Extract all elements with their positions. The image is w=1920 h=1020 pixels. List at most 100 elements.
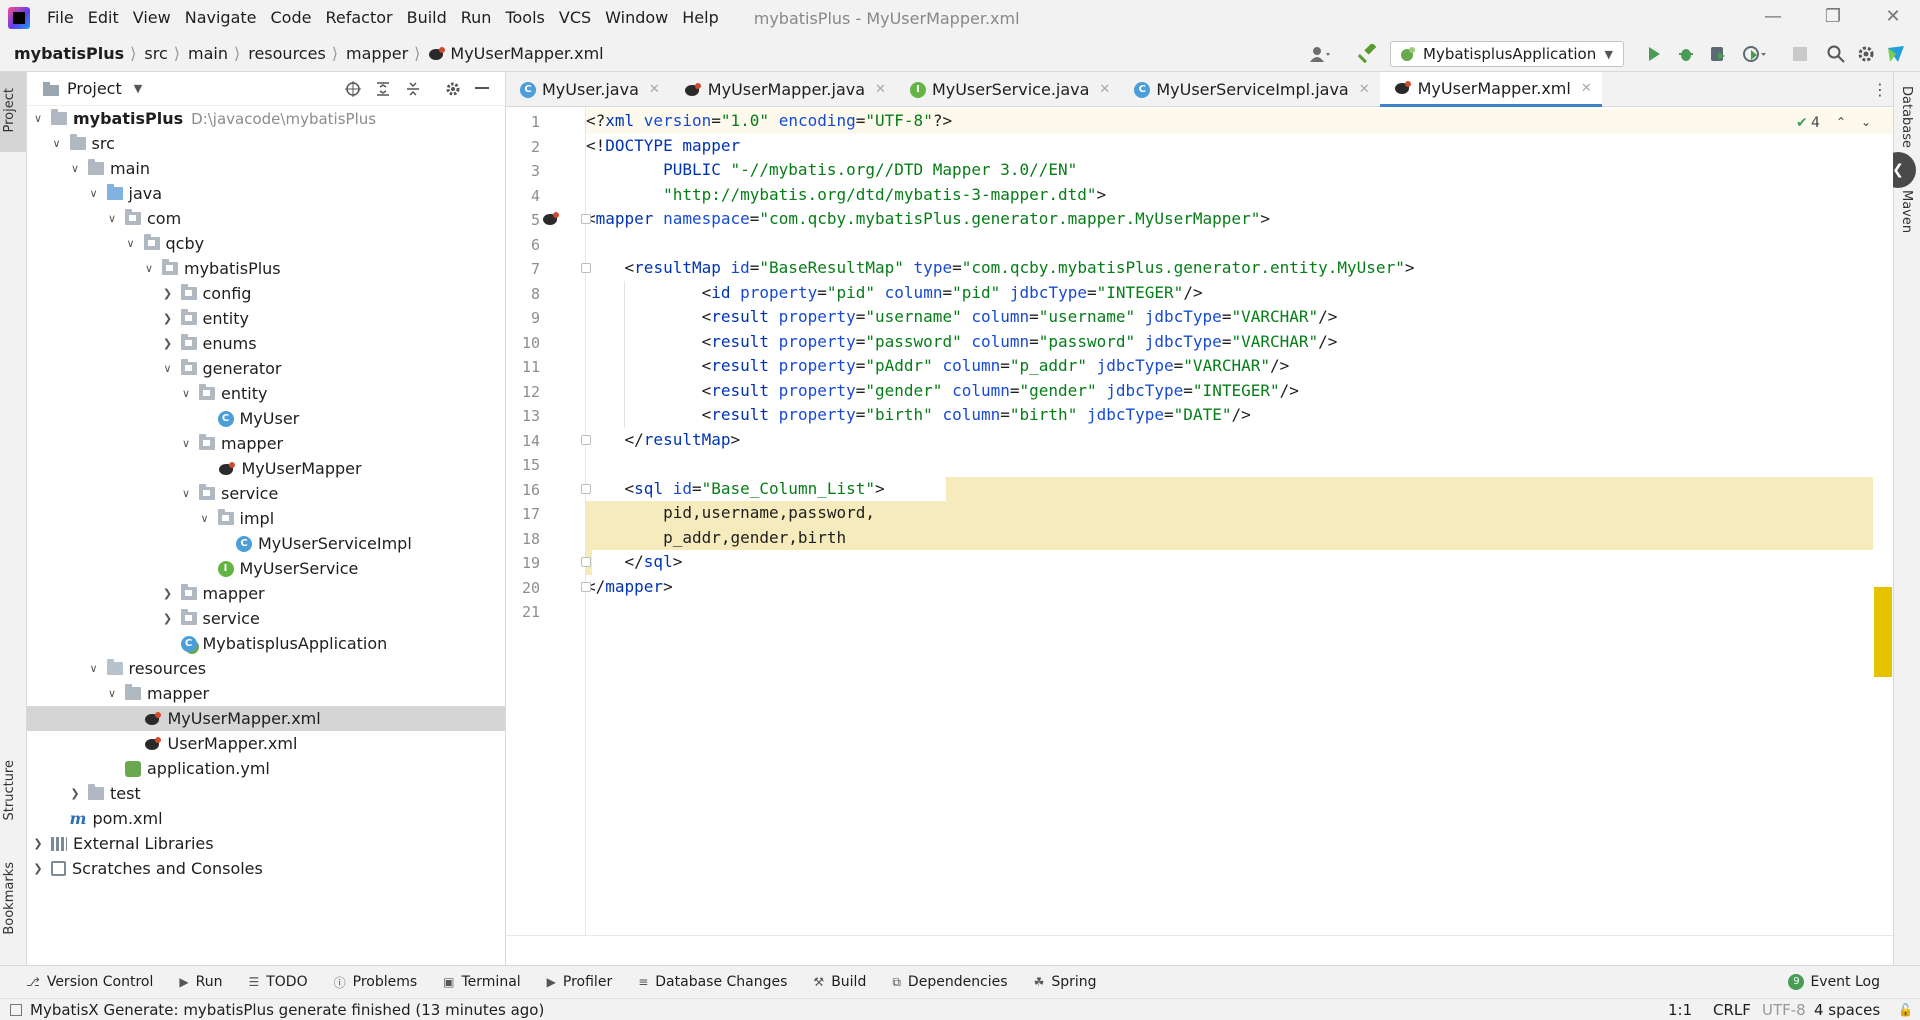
event-log-button[interactable]: 9 Event Log [1788,974,1880,990]
database-tool-label[interactable]: Database [1899,86,1914,148]
editor-tab[interactable]: MyUserMapper.java ✕ [670,72,896,107]
tool-tab-terminal[interactable]: ▣ Terminal [443,974,521,991]
editor-tab[interactable]: I MyUserService.java ✕ [896,72,1120,107]
project-tree-node[interactable]: ❯ Scratches and Consoles [27,856,505,881]
expand-closed-chevron-icon[interactable]: ❯ [68,787,82,801]
line-separator[interactable]: CRLF [1713,1001,1751,1019]
expand-open-chevron-icon[interactable]: ∨ [105,687,119,701]
expand-open-chevron-icon[interactable]: ∨ [179,487,193,501]
close-tab-icon[interactable]: ✕ [875,82,886,97]
navigate-to-mapper-icon[interactable] [542,211,560,227]
code-line[interactable]: <result property="birth" column="birth" … [586,403,1251,428]
scrollbar-highlight-marker[interactable] [1874,587,1892,677]
code-line[interactable]: <result property="pAddr" column="p_addr"… [586,354,1290,379]
editor-tab[interactable]: C MyUserServiceImpl.java ✕ [1120,72,1379,107]
previous-highlight-icon[interactable]: ⌃ [1836,115,1846,129]
project-tree-node[interactable]: ∨ qcby [27,231,505,256]
project-tree-node[interactable]: ∨ generator [27,356,505,381]
structure-tool-label[interactable]: Structure [2,760,17,820]
expand-closed-chevron-icon[interactable]: ❯ [31,862,45,876]
lock-icon[interactable]: 🔓 [1898,1003,1913,1017]
expand-closed-chevron-icon[interactable]: ❯ [31,837,45,851]
menu-refactor[interactable]: Refactor [318,0,399,36]
tool-tab-spring[interactable]: ☘ Spring [1034,974,1097,991]
expand-open-chevron-icon[interactable]: ∨ [124,237,138,251]
maven-tool-label[interactable]: Maven [1899,190,1914,233]
hide-panel-icon[interactable] [475,87,489,89]
project-tree-node[interactable]: ❯ External Libraries [27,831,505,856]
menu-build[interactable]: Build [400,0,454,36]
code-line[interactable]: PUBLIC "-//mybatis.org//DTD Mapper 3.0//… [586,158,1077,183]
code-line[interactable]: </sql> [586,550,683,575]
project-tree-node[interactable]: I MyUserService [27,556,505,581]
close-tab-icon[interactable]: ✕ [1099,82,1110,97]
jetbrains-toolbox-icon[interactable] [1886,44,1906,64]
project-tree-node[interactable]: application.yml [27,756,505,781]
project-tree-node[interactable]: MyUserMapper [27,456,505,481]
fold-marker-icon[interactable] [581,214,591,224]
expand-open-chevron-icon[interactable]: ∨ [105,212,119,226]
project-tree-node[interactable]: ❯ enums [27,331,505,356]
expand-open-chevron-icon[interactable]: ∨ [179,387,193,401]
fold-marker-icon[interactable] [581,557,591,567]
expand-open-chevron-icon[interactable]: ∨ [50,137,64,151]
editor-tab[interactable]: C MyUser.java ✕ [506,72,670,107]
expand-open-chevron-icon[interactable]: ∨ [179,437,193,451]
project-tree-node[interactable]: ∨ resources [27,656,505,681]
expand-closed-chevron-icon[interactable]: ❯ [161,612,175,626]
caret-position[interactable]: 1:1 [1668,1001,1692,1019]
project-tree-node[interactable]: ❯ test [27,781,505,806]
next-highlight-icon[interactable]: ⌄ [1861,115,1871,129]
project-tree-node[interactable]: UserMapper.xml [27,731,505,756]
locate-file-icon[interactable] [345,81,361,101]
expand-open-chevron-icon[interactable]: ∨ [87,187,101,201]
expand-all-icon[interactable] [375,81,391,101]
project-tree-node[interactable]: ∨ mapper [27,681,505,706]
collapse-all-icon[interactable] [405,81,421,101]
project-tree-node[interactable]: MyUserMapper.xml [27,706,505,731]
code-line[interactable]: <mapper namespace="com.qcby.mybatisPlus.… [586,207,1270,232]
fold-marker-icon[interactable] [581,581,591,592]
project-tree-node[interactable]: C MyUser [27,406,505,431]
search-icon[interactable] [1826,44,1846,64]
view-mode-chevron-icon[interactable]: ▼ [134,82,142,95]
breadcrumb-item[interactable]: mybatisPlus [0,44,128,63]
code-line[interactable]: <result property="password" column="pass… [586,330,1338,355]
close-tab-icon[interactable]: ✕ [1359,82,1370,97]
project-tree-node[interactable]: ∨ impl [27,506,505,531]
tool-tab-version-control[interactable]: ⎇ Version Control [26,974,153,991]
code-editor[interactable]: 1 2 3 4 5 6 7 8 9 10 11 12 13 14 15 16 17 18 19 20 21 <?xml … [506,107,1893,935]
fold-marker-icon[interactable] [581,434,591,445]
project-tree-node[interactable]: ∨ mapper [27,431,505,456]
expand-closed-chevron-icon[interactable]: ❯ [161,337,175,351]
status-message[interactable]: MybatisX Generate: mybatisPlus generate … [30,1001,544,1019]
code-line[interactable]: <?xml version="1.0" encoding="UTF-8"?> [586,109,952,134]
options-gear-icon[interactable] [445,81,461,101]
stop-icon[interactable] [1790,44,1810,64]
menu-file[interactable]: File [40,0,81,36]
breadcrumb-item[interactable]: src [138,44,171,63]
intellij-logo-icon[interactable] [8,7,30,29]
breadcrumb-item[interactable]: mapper [340,44,412,63]
code-line[interactable]: pid,username,password, [586,501,875,526]
expand-closed-chevron-icon[interactable]: ❯ [161,287,175,301]
menu-help[interactable]: Help [675,0,725,36]
user-icon[interactable] [1306,44,1336,64]
toggle-tool-windows-icon[interactable] [10,1003,22,1016]
close-window-button[interactable]: ✕ [1870,0,1916,36]
project-tree-node[interactable]: ❯ service [27,606,505,631]
breadcrumb-item[interactable]: resources [242,44,330,63]
expand-open-chevron-icon[interactable]: ∨ [87,662,101,676]
code-line[interactable]: <sql id="Base_Column_List"> [586,477,885,502]
project-tree-node[interactable]: m pom.xml [27,806,505,831]
debug-icon[interactable] [1676,44,1696,64]
project-panel-title[interactable]: Project [67,79,122,98]
tool-tab-problems[interactable]: ⓘ Problems [334,974,418,991]
project-tree-node[interactable]: ∨ mybatisPlus [27,256,505,281]
project-tree-node[interactable]: ∨ service [27,481,505,506]
run-icon[interactable] [1644,44,1664,64]
expand-closed-chevron-icon[interactable]: ❯ [161,312,175,326]
menu-vcs[interactable]: VCS [552,0,598,36]
tool-tab-todo[interactable]: ☰ TODO [248,974,307,991]
project-tree-node[interactable]: ∨ src [27,131,505,156]
